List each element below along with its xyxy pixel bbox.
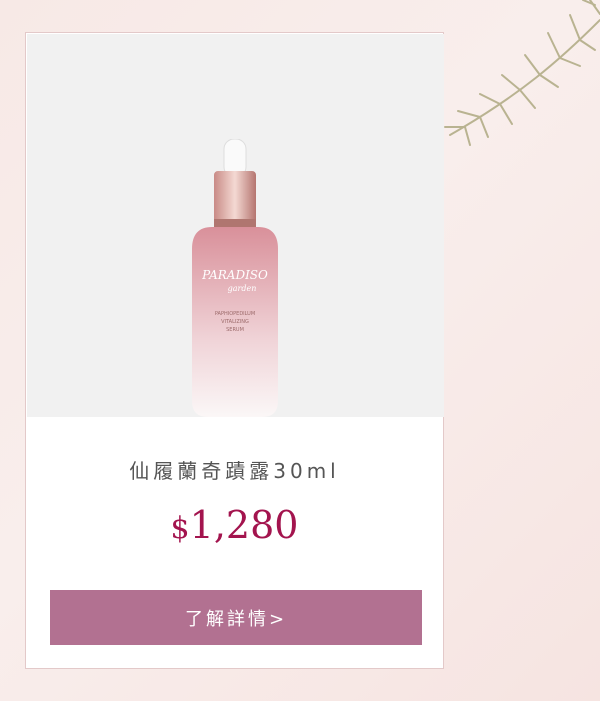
learn-more-button[interactable]: 了解詳情> — [50, 590, 422, 645]
product-price: $1,280 — [26, 503, 443, 547]
product-image: PARADISO garden PAPHIOPEDILUM VITALIZING… — [27, 34, 444, 417]
pine-branch-decoration — [444, 0, 600, 146]
bottle-sub-text: garden — [228, 284, 257, 293]
price-value: 1,280 — [189, 503, 299, 547]
product-card: PARADISO garden PAPHIOPEDILUM VITALIZING… — [25, 32, 444, 669]
serum-bottle-image: PARADISO garden PAPHIOPEDILUM VITALIZING… — [192, 139, 278, 417]
bottle-desc-2: VITALIZING — [221, 319, 249, 325]
bottle-desc-1: PAPHIOPEDILUM — [215, 311, 255, 317]
price-currency: $ — [170, 511, 190, 546]
bottle-brand-text: PARADISO — [201, 268, 268, 282]
bottle-desc-3: SERUM — [226, 327, 244, 333]
product-title: 仙履蘭奇蹟露30ml — [129, 459, 340, 483]
